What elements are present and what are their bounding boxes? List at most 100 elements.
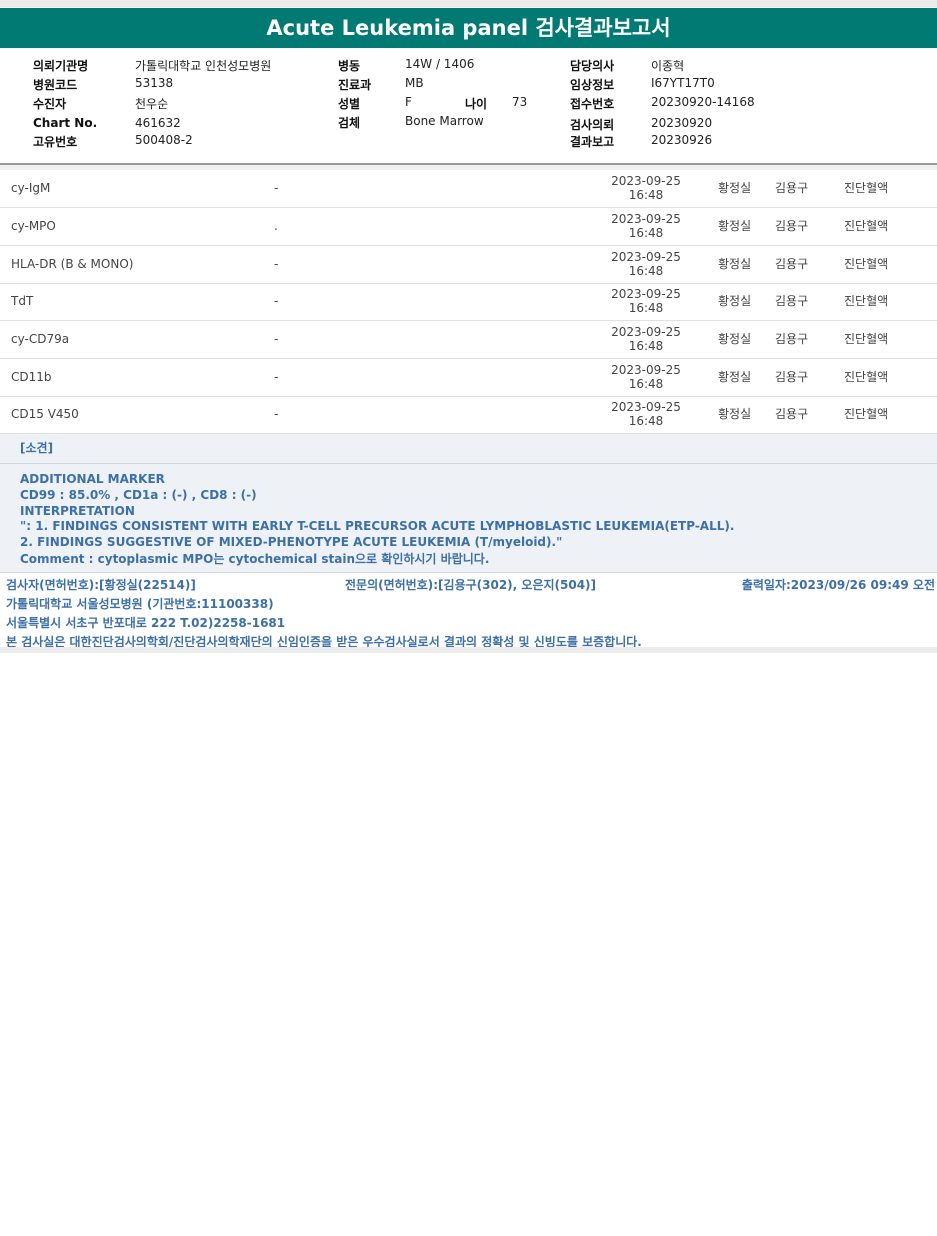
result-datetime: 2023-09-25 16:48 bbox=[606, 250, 686, 278]
result-date: 2023-09-25 bbox=[611, 174, 681, 188]
technician: 황정실 bbox=[718, 332, 752, 346]
lab-department: 진단혈액 bbox=[844, 181, 889, 195]
result-date: 2023-09-25 bbox=[611, 250, 681, 264]
label-patient: 수진자 bbox=[33, 97, 67, 111]
marker-result: - bbox=[274, 257, 279, 271]
opinion-line: ": 1. FINDINGS CONSISTENT WITH EARLY T-C… bbox=[20, 519, 735, 533]
result-datetime: 2023-09-25 16:48 bbox=[606, 400, 686, 428]
lab-department: 진단혈액 bbox=[844, 407, 889, 421]
result-date: 2023-09-25 bbox=[611, 363, 681, 377]
value-clinical-info: I67YT17T0 bbox=[651, 76, 715, 90]
opinion-heading: [소견] bbox=[20, 441, 54, 455]
marker-name: HLA-DR (B & MONO) bbox=[11, 257, 134, 271]
confirming-doctor: 김용구 bbox=[775, 219, 809, 233]
marker-result: - bbox=[274, 181, 279, 195]
label-unique-id: 고유번호 bbox=[33, 135, 78, 149]
technician: 황정실 bbox=[718, 219, 752, 233]
table-row: cy-IgM - 2023-09-25 16:48 황정실 김용구 진단혈액 bbox=[0, 170, 937, 208]
result-time: 16:48 bbox=[628, 301, 664, 315]
table-row: HLA-DR (B & MONO) - 2023-09-25 16:48 황정실 … bbox=[0, 246, 937, 284]
value-age: 73 bbox=[512, 95, 528, 109]
result-datetime: 2023-09-25 16:48 bbox=[606, 287, 686, 315]
marker-result: - bbox=[274, 370, 279, 384]
label-hospital-code: 병원코드 bbox=[33, 78, 78, 92]
confirming-doctor: 김용구 bbox=[775, 407, 809, 421]
value-patient: 천우순 bbox=[135, 97, 169, 111]
value-sex: F bbox=[405, 95, 412, 109]
confirming-doctor: 김용구 bbox=[775, 257, 809, 271]
result-time: 16:48 bbox=[628, 377, 664, 391]
technician: 황정실 bbox=[718, 181, 752, 195]
opinion-line: Comment : cytoplasmic MPO는 cytochemical … bbox=[20, 552, 490, 566]
marker-name: CD11b bbox=[11, 370, 52, 384]
label-report-date: 결과보고 bbox=[570, 135, 615, 149]
opinion-header: [소견] bbox=[0, 434, 937, 464]
value-department: MB bbox=[405, 76, 424, 90]
technician: 황정실 bbox=[718, 257, 752, 271]
opinion-line: ADDITIONAL MARKER bbox=[20, 472, 165, 486]
value-report-date: 20230926 bbox=[651, 133, 713, 147]
hospital-address: 서울특별시 서초구 반포대로 222 T.02)2258-1681 bbox=[6, 616, 286, 630]
result-datetime: 2023-09-25 16:48 bbox=[606, 174, 686, 202]
opinion-line: 2. FINDINGS SUGGESTIVE OF MIXED-PHENOTYP… bbox=[20, 535, 563, 549]
value-ward: 14W / 1406 bbox=[405, 57, 475, 71]
label-request-date: 검사의뢰 bbox=[570, 118, 615, 132]
opinion-line: INTERPRETATION bbox=[20, 504, 135, 518]
value-specimen: Bone Marrow bbox=[405, 114, 484, 128]
label-clinical-info: 임상정보 bbox=[570, 78, 615, 92]
label-age: 나이 bbox=[465, 97, 488, 111]
lab-department: 진단혈액 bbox=[844, 332, 889, 346]
table-row: cy-CD79a - 2023-09-25 16:48 황정실 김용구 진단혈액 bbox=[0, 321, 937, 359]
marker-name: cy-MPO bbox=[11, 219, 56, 233]
marker-result: . bbox=[274, 219, 278, 233]
label-attending-physician: 담당의사 bbox=[570, 59, 615, 73]
confirming-doctor: 김용구 bbox=[775, 370, 809, 384]
table-row: CD11b - 2023-09-25 16:48 황정실 김용구 진단혈액 bbox=[0, 359, 937, 397]
result-date: 2023-09-25 bbox=[611, 400, 681, 414]
lab-department: 진단혈액 bbox=[844, 370, 889, 384]
label-chart-no: Chart No. bbox=[33, 116, 98, 130]
confirming-doctor: 김용구 bbox=[775, 181, 809, 195]
result-date: 2023-09-25 bbox=[611, 212, 681, 226]
result-datetime: 2023-09-25 16:48 bbox=[606, 212, 686, 240]
result-datetime: 2023-09-25 16:48 bbox=[606, 325, 686, 353]
report-title: Acute Leukemia panel 검사결과보고서 bbox=[0, 8, 937, 48]
label-sex: 성별 bbox=[338, 97, 361, 111]
result-time: 16:48 bbox=[628, 264, 664, 278]
result-time: 16:48 bbox=[628, 339, 664, 353]
technician: 황정실 bbox=[718, 294, 752, 308]
specialist-info: 전문의(면허번호):[김용구(302), 오은지(504)] bbox=[345, 578, 597, 592]
result-time: 16:48 bbox=[628, 188, 664, 202]
top-strip bbox=[0, 0, 937, 7]
lab-department: 진단혈액 bbox=[844, 219, 889, 233]
result-date: 2023-09-25 bbox=[611, 287, 681, 301]
label-requesting-institution: 의뢰기관명 bbox=[33, 59, 89, 73]
value-receipt-no: 20230920-14168 bbox=[651, 95, 755, 109]
table-row: cy-MPO . 2023-09-25 16:48 황정실 김용구 진단혈액 bbox=[0, 208, 937, 246]
technician: 황정실 bbox=[718, 370, 752, 384]
value-attending-physician: 이종혁 bbox=[651, 59, 685, 73]
label-ward: 병동 bbox=[338, 59, 361, 73]
opinion-box: ADDITIONAL MARKER CD99 : 85.0% , CD1a : … bbox=[0, 464, 937, 573]
table-row: CD15 V450 - 2023-09-25 16:48 황정실 김용구 진단혈액 bbox=[0, 396, 937, 434]
technician: 황정실 bbox=[718, 407, 752, 421]
result-time: 16:48 bbox=[628, 414, 664, 428]
value-request-date: 20230920 bbox=[651, 116, 713, 130]
marker-name: cy-IgM bbox=[11, 181, 51, 195]
result-date: 2023-09-25 bbox=[611, 325, 681, 339]
bottom-strip bbox=[0, 647, 937, 653]
lab-department: 진단혈액 bbox=[844, 294, 889, 308]
value-requesting-institution: 가톨릭대학교 인천성모병원 bbox=[135, 59, 272, 73]
tester-info: 검사자(면허번호):[황정실(22514)] bbox=[6, 578, 196, 592]
marker-name: CD15 V450 bbox=[11, 407, 79, 421]
label-receipt-no: 접수번호 bbox=[570, 97, 615, 111]
opinion-line: CD99 : 85.0% , CD1a : (-) , CD8 : (-) bbox=[20, 488, 257, 502]
value-hospital-code: 53138 bbox=[135, 76, 174, 90]
marker-name: TdT bbox=[11, 294, 34, 308]
hospital-name: 가톨릭대학교 서울성모병원 (기관번호:11100338) bbox=[6, 597, 274, 611]
lab-department: 진단혈액 bbox=[844, 257, 889, 271]
marker-result: - bbox=[274, 332, 279, 346]
marker-result: - bbox=[274, 294, 279, 308]
marker-result: - bbox=[274, 407, 279, 421]
label-department: 진료과 bbox=[338, 78, 372, 92]
